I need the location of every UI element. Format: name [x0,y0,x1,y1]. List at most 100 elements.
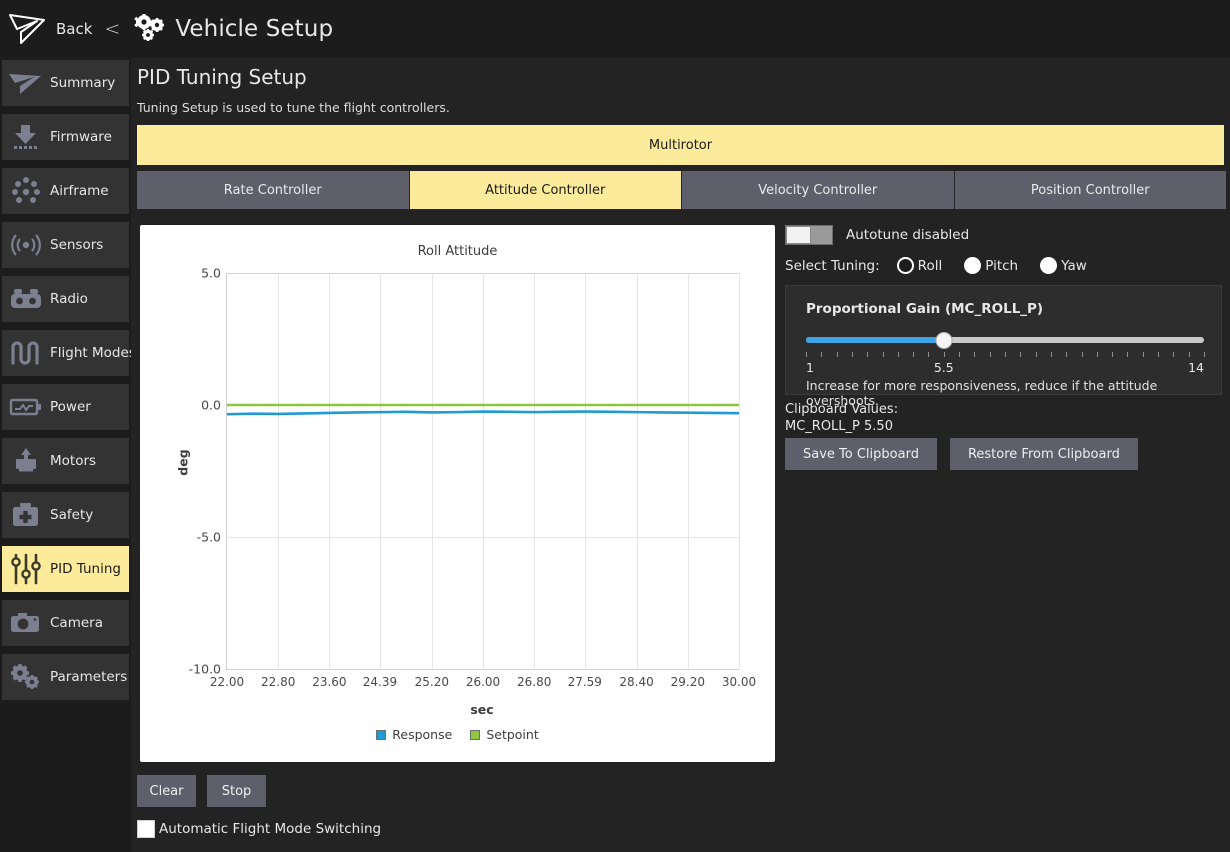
sidebar-item-airframe[interactable]: Airframe [2,168,129,214]
select-tuning-row: Select Tuning: Roll Pitch Yaw [785,257,1109,274]
autotune-toggle[interactable] [785,225,833,245]
sidebar-item-firmware[interactable]: Firmware [2,114,129,160]
sidebar-item-motors[interactable]: Motors [2,438,129,484]
sidebar-item-flight-modes[interactable]: Flight Modes [2,330,129,376]
radio-label: Yaw [1061,258,1087,274]
slider-tick [1189,352,1190,357]
download-icon [5,117,47,157]
page-title-vehicle-setup: Vehicle Setup [175,16,333,42]
slider-tick [1112,352,1113,357]
main-content: PID Tuning Setup Tuning Setup is used to… [131,58,1230,852]
tab-velocity-controller[interactable]: Velocity Controller [682,171,954,209]
slider-min-label: 1 [806,360,814,375]
slider-tick [959,352,960,357]
sidebar-item-pid-tuning[interactable]: PID Tuning [2,546,129,592]
slider-scale-labels: 1 5.5 14 [806,360,1204,376]
chart-x-tick-label: 26.80 [517,675,551,689]
paper-plane-icon[interactable] [6,9,50,49]
autotune-label: Autotune disabled [846,227,969,243]
slider-tick [1127,352,1128,357]
slider-tick [867,352,868,357]
sidebar-item-parameters[interactable]: Parameters [2,654,129,700]
clear-button[interactable]: Clear [137,775,196,807]
page-subtitle: Tuning Setup is used to tune the flight … [137,100,450,115]
slider-tick [1173,352,1174,357]
sidebar-item-camera[interactable]: Camera [2,600,129,646]
tab-position-controller[interactable]: Position Controller [955,171,1227,209]
slider-tick [1036,352,1037,357]
sensors-icon [5,225,47,265]
tab-attitude-controller[interactable]: Attitude Controller [410,171,682,209]
airframe-icon [5,171,47,211]
sidebar-item-radio[interactable]: Radio [2,276,129,322]
slider-max-label: 14 [1188,360,1204,375]
gain-slider[interactable] [806,332,1204,350]
radio-pitch[interactable]: Pitch [964,257,1018,274]
sidebar-item-label: Flight Modes [50,345,136,361]
tuning-panel: Autotune disabled Select Tuning: Roll Pi… [785,225,1225,765]
slider-tick [1066,352,1067,357]
clipboard-values: MC_ROLL_P 5.50 [785,419,893,434]
flight-modes-icon [5,333,47,373]
sidebar-item-label: Airframe [50,183,109,199]
chart-y-tick-label: 0.0 [201,398,221,413]
slider-tick [821,352,822,357]
sidebar-item-label: Motors [50,453,96,469]
chart-y-tick-label: 5.0 [201,266,221,281]
slider-tick [837,352,838,357]
sidebar-item-sensors[interactable]: Sensors [2,222,129,268]
slider-tick [1204,352,1205,357]
chart-vertical-gridline [739,273,740,669]
battery-icon [5,387,47,427]
legend-swatch [376,730,386,740]
sidebar-item-label: Firmware [50,129,112,145]
slider-tick [1005,352,1006,357]
chart-x-tick-label: 24.39 [363,675,397,689]
radio-roll[interactable]: Roll [897,257,943,274]
back-label[interactable]: Back [56,20,92,38]
radio-circle-icon [964,257,981,274]
chart-x-tick-label: 22.00 [210,675,244,689]
radio-icon [5,279,47,319]
legend-label: Setpoint [486,727,538,742]
tuning-axis-radio-group: Roll Pitch Yaw [897,257,1109,274]
back-chevron-icon[interactable]: < [104,18,120,40]
restore-from-clipboard-button[interactable]: Restore From Clipboard [950,438,1138,470]
save-to-clipboard-button[interactable]: Save To Clipboard [785,438,937,470]
sidebar-item-label: Summary [50,75,115,91]
stop-button[interactable]: Stop [207,775,266,807]
tab-rate-controller[interactable]: Rate Controller [137,171,409,209]
radio-label: Roll [918,258,943,274]
slider-tick-marks [806,352,1204,358]
controller-tab-bar: Rate Controller Attitude Controller Velo… [137,171,1226,209]
sidebar-item-safety[interactable]: Safety [2,492,129,538]
sliders-icon [5,549,47,589]
legend-swatch [470,730,480,740]
sidebar-item-label: Power [50,399,91,415]
pid-tuning-chart: Roll Attitude deg 5.00.0-5.0-10.0 22.002… [140,225,775,762]
slider-tick [1051,352,1052,357]
toggle-knob [786,226,811,244]
camera-icon [5,603,47,643]
chart-y-tick-label: -5.0 [197,530,221,545]
legend-item-response: Response [376,727,452,742]
sidebar-item-power[interactable]: Power [2,384,129,430]
motors-icon [5,441,47,481]
radio-label: Pitch [985,258,1018,274]
chart-y-axis-label: deg [176,449,191,475]
sidebar-item-label: Camera [50,615,103,631]
automatic-flight-mode-switching-checkbox[interactable] [137,820,155,838]
chart-series-layer [227,273,739,669]
automatic-flight-mode-switching-row[interactable]: Automatic Flight Mode Switching [137,820,381,838]
radio-yaw[interactable]: Yaw [1040,257,1087,274]
sidebar-item-label: Sensors [50,237,103,253]
top-bar: Back < [0,0,1230,58]
slider-tick [944,352,945,357]
chart-x-tick-label: 30.00 [722,675,756,689]
legend-label: Response [392,727,452,742]
slider-handle[interactable] [935,332,952,349]
gears-icon [5,657,47,697]
slider-tick [1020,352,1021,357]
sidebar-item-summary[interactable]: Summary [2,60,129,106]
chart-x-tick-label: 22.80 [261,675,295,689]
